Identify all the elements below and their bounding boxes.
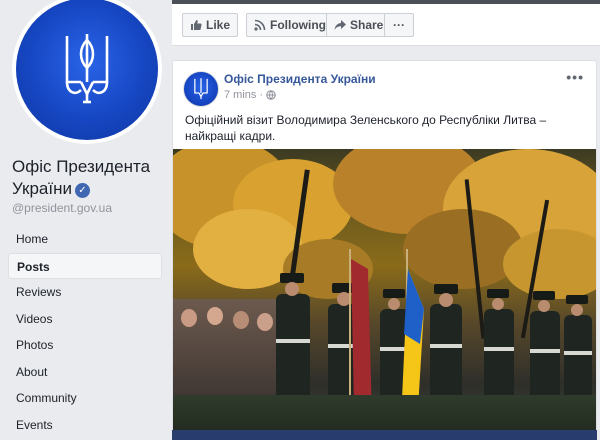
nav-item-home[interactable]: Home (8, 226, 162, 253)
trident-icon (65, 34, 109, 104)
trident-icon (194, 78, 208, 100)
profile-picture[interactable] (12, 0, 162, 144)
more-actions-icon: ··· (393, 18, 405, 32)
post-time-text[interactable]: 7 mins (224, 89, 256, 101)
post-author-avatar[interactable] (183, 71, 219, 107)
page-handle[interactable]: @president.gov.ua (12, 201, 112, 215)
page-title[interactable]: Офіс Президента України ✓ (12, 156, 172, 200)
globe-icon[interactable] (266, 90, 276, 100)
page-action-bar: Like Following Share ··· (172, 0, 600, 46)
like-label: Like (206, 18, 231, 32)
thumbs-up-icon (191, 20, 202, 30)
person-head (207, 307, 223, 325)
nav-item-events[interactable]: Events (8, 412, 162, 439)
more-actions-button[interactable]: ··· (384, 13, 414, 37)
post-timestamp: 7 mins · (224, 89, 276, 101)
verified-badge-icon: ✓ (75, 183, 90, 198)
post-photo[interactable] (173, 149, 596, 439)
following-label: Following (270, 18, 326, 32)
cover-edge (172, 0, 600, 4)
nav-item-photos[interactable]: Photos (8, 332, 162, 359)
share-button[interactable]: Share (326, 13, 392, 37)
post-card: Офіс Президента України 7 mins · ••• Офі… (172, 60, 597, 440)
post-options-button[interactable]: ••• (566, 69, 584, 85)
page-nav: Home Posts Reviews Videos Photos About C… (8, 226, 162, 438)
next-post-edge (172, 430, 597, 440)
post-message: Офіційний візит Володимира Зеленського д… (185, 113, 547, 143)
nav-item-community[interactable]: Community (8, 385, 162, 412)
person-head (181, 309, 197, 327)
like-button[interactable]: Like (182, 13, 239, 37)
post-time-separator: · (259, 89, 264, 101)
nav-item-reviews[interactable]: Reviews (8, 279, 162, 306)
nav-item-about[interactable]: About (8, 359, 162, 386)
rss-icon (254, 19, 266, 31)
nav-item-posts[interactable]: Posts (8, 252, 162, 279)
post-author-name[interactable]: Офіс Президента України (224, 72, 376, 86)
nav-item-videos[interactable]: Videos (8, 306, 162, 333)
trident-emblem (16, 0, 158, 140)
page-sidebar: Офіс Президента України ✓ @president.gov.… (0, 0, 170, 440)
share-arrow-icon (334, 20, 346, 30)
person-head (233, 311, 249, 329)
share-label: Share (350, 18, 384, 32)
